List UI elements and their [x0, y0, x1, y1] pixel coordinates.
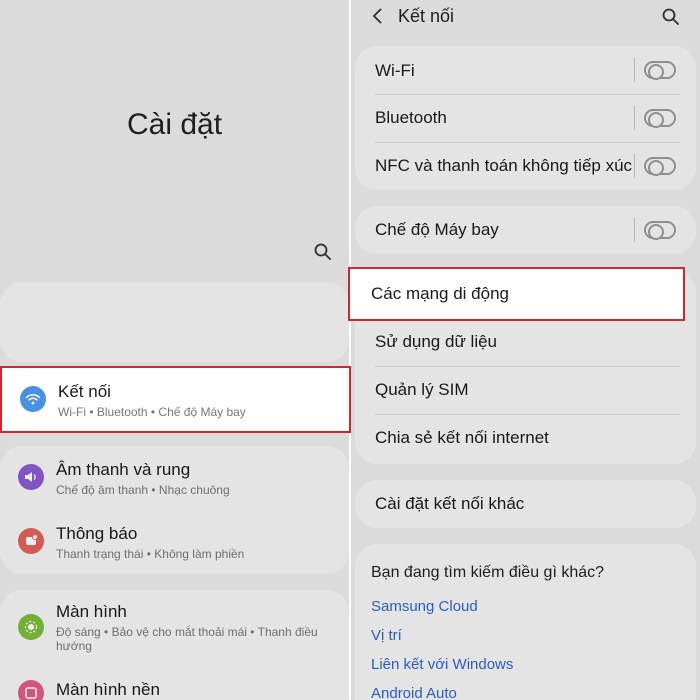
bluetooth-row[interactable]: Bluetooth [355, 94, 696, 142]
settings-item-subtitle: Wi-Fi • Bluetooth • Chế độ Máy bay [58, 405, 246, 419]
back-icon[interactable] [371, 6, 385, 26]
row-label: Quản lý SIM [375, 380, 469, 399]
wifi-icon [20, 386, 46, 412]
settings-item-title: Âm thanh và rung [56, 460, 191, 479]
row-label: Chế độ Máy bay [375, 220, 499, 239]
divider [634, 154, 635, 178]
settings-panel: Cài đặt Âm thanh và rung Chế độ âm thanh… [0, 0, 349, 700]
settings-item-subtitle: Chế độ âm thanh • Nhạc chuông [56, 483, 230, 497]
link-samsung-cloud[interactable]: Samsung Cloud [371, 598, 478, 615]
search-icon[interactable] [313, 242, 333, 262]
settings-group: Âm thanh và rung Chế độ âm thanh • Nhạc … [0, 446, 349, 574]
settings-item-title: Màn hình [56, 602, 127, 621]
row-label: Wi-Fi [375, 61, 415, 80]
profile-card[interactable] [0, 282, 349, 362]
airplane-group: Chế độ Máy bay [355, 206, 696, 254]
link-location[interactable]: Vị trí [371, 627, 402, 644]
sim-manager-row[interactable]: Quản lý SIM [355, 366, 696, 414]
link-windows[interactable]: Liên kết với Windows [371, 656, 513, 673]
more-group: Cài đặt kết nối khác [355, 480, 696, 528]
hotspot-row[interactable]: Chia sẻ kết nối internet [355, 414, 696, 462]
row-label: Sử dụng dữ liệu [375, 332, 498, 351]
row-label: NFC và thanh toán không tiếp xúc [375, 156, 633, 175]
mobile-networks-row[interactable]: Các mạng di động [348, 267, 685, 321]
settings-item-notifications[interactable]: Thông báo Thanh trạng thái • Không làm p… [0, 510, 349, 574]
airplane-row[interactable]: Chế độ Máy bay [355, 206, 696, 254]
connections-panel: Kết nối Wi-Fi Bluetooth NFC và thanh toá… [351, 0, 700, 700]
more-settings-row[interactable]: Cài đặt kết nối khác [355, 480, 696, 528]
settings-item-wallpaper[interactable]: Màn hình nền [0, 668, 349, 700]
divider [634, 106, 635, 130]
row-label: Bluetooth [375, 108, 447, 127]
row-label: Các mạng di động [371, 284, 509, 303]
wallpaper-icon [18, 680, 44, 700]
search-icon[interactable] [661, 7, 681, 27]
data-usage-row[interactable]: Sử dụng dữ liệu [355, 318, 696, 366]
wifi-toggle[interactable] [644, 61, 676, 80]
row-label: Cài đặt kết nối khác [375, 494, 525, 513]
notification-icon [18, 528, 44, 554]
suggestions-heading: Bạn đang tìm kiếm điều gì khác? [371, 564, 605, 581]
toggle-group: Wi-Fi Bluetooth NFC và thanh toán không … [355, 46, 696, 190]
suggestions-card: Bạn đang tìm kiếm điều gì khác? Samsung … [355, 544, 696, 700]
settings-item-subtitle: Thanh trạng thái • Không làm phiền [56, 547, 245, 561]
bluetooth-toggle[interactable] [644, 109, 676, 128]
settings-item-title: Thông báo [56, 524, 138, 543]
nfc-toggle[interactable] [644, 157, 676, 176]
page-title: Cài đặt [126, 108, 223, 141]
header: Kết nối [351, 0, 700, 34]
settings-item-sound[interactable]: Âm thanh và rung Chế độ âm thanh • Nhạc … [0, 446, 349, 510]
settings-item-title: Kết nối [58, 382, 111, 401]
airplane-toggle[interactable] [644, 221, 676, 240]
speaker-icon [18, 464, 44, 490]
divider [634, 218, 635, 242]
brightness-icon [18, 614, 44, 640]
settings-item-display[interactable]: Màn hình Độ sáng • Bảo vệ cho mắt thoải … [0, 590, 349, 668]
nfc-row[interactable]: NFC và thanh toán không tiếp xúc [355, 142, 696, 190]
settings-item-title: Màn hình nền [56, 680, 160, 699]
link-android-auto[interactable]: Android Auto [371, 685, 457, 700]
wifi-row[interactable]: Wi-Fi [355, 46, 696, 94]
settings-group: Màn hình Độ sáng • Bảo vệ cho mắt thoải … [0, 590, 349, 700]
page-title: Kết nối [398, 6, 455, 26]
settings-item-subtitle: Độ sáng • Bảo vệ cho mắt thoải mái • Tha… [56, 625, 318, 653]
settings-item-connections[interactable]: Kết nối Wi-Fi • Bluetooth • Chế độ Máy b… [0, 366, 351, 433]
divider [634, 58, 635, 82]
row-label: Chia sẻ kết nối internet [375, 428, 549, 447]
